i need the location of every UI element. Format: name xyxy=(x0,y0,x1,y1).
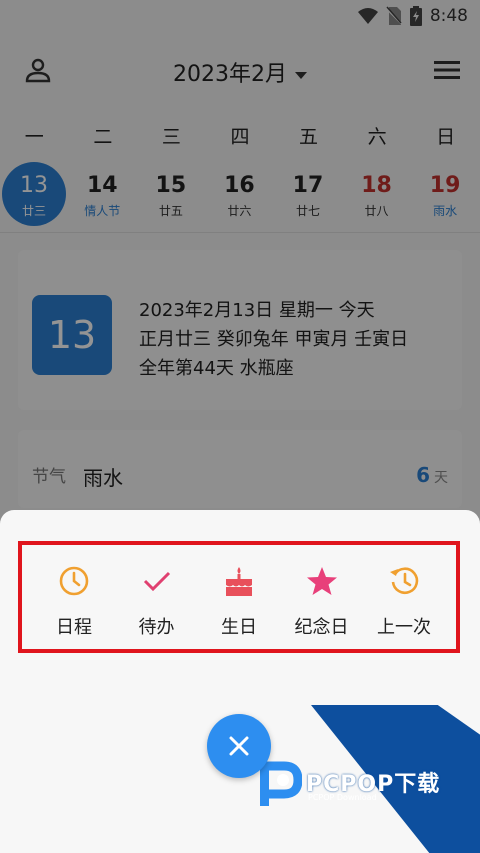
check-icon xyxy=(141,565,173,597)
action-label: 生日 xyxy=(221,617,257,638)
action-label: 待办 xyxy=(138,617,175,638)
action-row: 日程 待办 生日 纪念日 上一次 xyxy=(22,545,456,649)
watermark-subtitle: PCPOP Download xyxy=(308,793,377,802)
action-schedule[interactable]: 日程 xyxy=(34,545,114,649)
cake-icon xyxy=(223,565,255,597)
action-birthday[interactable]: 生日 xyxy=(199,545,279,649)
star-icon xyxy=(306,565,338,597)
action-anniversary[interactable]: 纪念日 xyxy=(282,545,362,649)
action-label: 日程 xyxy=(56,617,92,638)
close-button[interactable] xyxy=(207,714,271,778)
action-todo[interactable]: 待办 xyxy=(117,545,197,649)
close-icon xyxy=(229,736,249,756)
history-icon xyxy=(388,565,420,597)
action-label: 纪念日 xyxy=(294,617,349,638)
action-label: 上一次 xyxy=(377,617,431,638)
clock-icon xyxy=(58,565,90,597)
add-bottom-sheet: 日程 待办 生日 纪念日 上一次 PCPOP下载 PCPOP Download xyxy=(0,510,480,853)
pcpop-logo-icon xyxy=(260,761,302,806)
action-last-time[interactable]: 上一次 xyxy=(364,545,444,649)
highlight-box: 日程 待办 生日 纪念日 上一次 xyxy=(18,541,460,653)
